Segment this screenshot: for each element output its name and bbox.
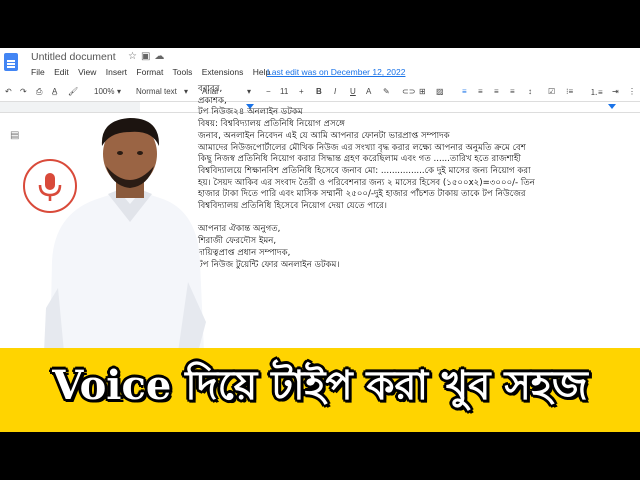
doc-line: হয়। সৈয়দ আকিব এর সংবাদ তৈরী ও পরিবেশনা… — [198, 177, 535, 188]
screen: Untitled document ☆▣☁ File Edit View Ins… — [0, 0, 640, 480]
doc-line: শিরাজী ফেরদৌস ইমন, — [198, 236, 277, 247]
undo-icon[interactable]: ↶ — [5, 87, 12, 96]
doc-line: দায়িত্বপ্রাপ্ত প্রধান সম্পাদক, — [198, 247, 291, 258]
menu-file[interactable]: File — [31, 67, 45, 77]
paint-format-icon[interactable]: 🖌 — [68, 87, 78, 96]
top-letterbox — [0, 0, 640, 48]
doc-line: বিশ্ববিদ্যালয়ে শিক্ষানবিশ প্রতিনিধি হিস… — [198, 165, 531, 176]
document-body[interactable]: বরাবর, প্রকাশক, টপ নিউজ২৪ অনলাইন ডটকম বি… — [198, 84, 628, 271]
doc-line: প্রকাশক, — [198, 95, 227, 106]
menu-edit[interactable]: Edit — [54, 67, 69, 77]
banner-title: Voice দিয়ে টাইপ করা খুব সহজ — [52, 362, 588, 409]
document-title[interactable]: Untitled document — [31, 51, 116, 63]
menu-insert[interactable]: Insert — [106, 67, 127, 77]
menu-format[interactable]: Format — [136, 67, 163, 77]
doc-line: টপ নিউজ টুয়েন্টি ফোর অনলাইন ডটকম। — [198, 259, 340, 270]
presenter-photo — [44, 118, 206, 352]
doc-line: বিষয়: বিশ্ববিদ্যালয় প্রতিনিধি নিয়োগ প… — [198, 119, 345, 130]
menu-tools[interactable]: Tools — [173, 67, 193, 77]
doc-line: টপ নিউজ২৪ অনলাইন ডটকম — [198, 107, 303, 118]
doc-line: কিছু নিজস্ব প্রতিনিধি নিয়োগ করার সিদ্ধা… — [198, 154, 521, 165]
doc-line: জনাব, অনলাইন নিবেদন এই যে আমি আপনার ফোনট… — [198, 130, 450, 141]
google-docs-icon[interactable] — [4, 53, 18, 71]
bottom-letterbox — [0, 432, 640, 480]
doc-line: হাজার টাকা দিতে পারি এবং মাসিক সম্মানী ২… — [198, 189, 526, 200]
last-edit-link[interactable]: Last edit was on December 12, 2022 — [267, 67, 405, 77]
menu-bar: File Edit View Insert Format Tools Exten… — [31, 67, 277, 77]
print-icon[interactable]: ⎙ — [36, 87, 42, 97]
zoom-select[interactable]: 100% — [94, 87, 114, 96]
doc-line: আপনার ঐকান্ত অনুগত, — [198, 224, 281, 235]
move-folder-icon[interactable]: ▣ — [141, 51, 154, 62]
chevron-down-icon: ▾ — [184, 87, 189, 96]
doc-line: আমাদের নিউজপোর্টালের মৌখিক নিউজ এর সংখ্য… — [198, 142, 526, 153]
outline-icon[interactable]: ▤ — [10, 130, 19, 141]
star-icon[interactable]: ☆ — [128, 51, 141, 62]
doc-line: বিশ্ববিদ্যালয় প্রতিনিধি হিসেবে নিয়োগ দ… — [198, 201, 387, 212]
menu-extensions[interactable]: Extensions — [202, 67, 244, 77]
doc-line: বরাবর, — [198, 84, 223, 94]
doc-line — [198, 213, 628, 225]
cloud-status-icon[interactable]: ☁ — [154, 51, 168, 62]
chevron-down-icon: ▾ — [117, 87, 122, 96]
style-select[interactable]: Normal text — [136, 87, 177, 96]
more-icon[interactable]: ⋮ — [628, 87, 636, 96]
redo-icon[interactable]: ↷ — [20, 87, 27, 96]
spellcheck-icon[interactable]: A̲ — [52, 87, 57, 96]
menu-view[interactable]: View — [78, 67, 96, 77]
